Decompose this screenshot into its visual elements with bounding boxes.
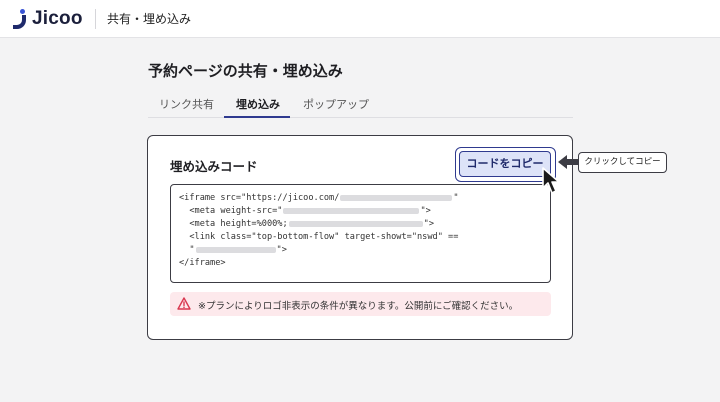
redacted-text	[195, 246, 276, 253]
callout-arrow-icon	[558, 155, 578, 169]
redacted-text	[288, 220, 423, 227]
tab-popup[interactable]: ポップアップ	[303, 96, 369, 112]
warning-icon	[177, 297, 191, 310]
jicoo-logo[interactable]: Jicoo	[12, 6, 83, 32]
plan-notice: ※プランによりロゴ非表示の条件が異なります。公開前にご確認ください。	[170, 292, 551, 316]
code-line: " ">	[179, 245, 287, 255]
click-to-copy-callout: クリックしてコピー	[578, 152, 667, 173]
top-bar-title: 共有・埋め込み	[107, 12, 192, 26]
tab-bar: リンク共有 埋め込み ポップアップ	[148, 92, 573, 118]
redacted-text	[283, 207, 420, 214]
copy-code-button[interactable]: コードをコピー	[459, 151, 551, 177]
jicoo-logo-icon	[12, 8, 28, 30]
page-title: 予約ページの共有・埋め込み	[148, 62, 343, 80]
code-line: <meta height=%000%; ">	[179, 219, 435, 229]
redacted-text	[340, 194, 453, 201]
embed-code-block[interactable]: <iframe src="https://jicoo.com/" <meta w…	[170, 184, 551, 283]
code-line: </iframe>	[179, 258, 226, 268]
active-tab-indicator	[224, 116, 290, 118]
notice-text: ※プランによりロゴ非表示の条件が異なります。公開前にご確認ください。	[198, 301, 519, 312]
code-line: <meta weight-src=" ">	[179, 206, 431, 216]
embed-code-card: 埋め込みコード コードをコピー <iframe src="https://jic…	[147, 135, 573, 340]
tab-link-share[interactable]: リンク共有	[159, 96, 214, 112]
card-title: 埋め込みコード	[170, 159, 258, 174]
tab-embed[interactable]: 埋め込み	[236, 96, 280, 112]
top-divider	[95, 9, 96, 29]
code-line: <link class="top-bottom-flow" target-sho…	[179, 232, 459, 242]
code-line: <iframe src="https://jicoo.com/"	[179, 193, 459, 203]
logo-text: Jicoo	[32, 8, 83, 29]
top-bar: Jicoo 共有・埋め込み	[0, 0, 720, 38]
